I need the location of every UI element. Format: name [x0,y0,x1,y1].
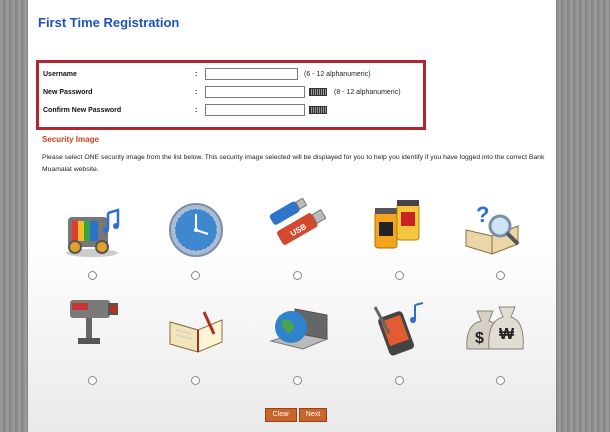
username-colon: : [195,71,198,78]
next-button[interactable]: Next [299,408,327,422]
new-password-input[interactable] [205,86,305,98]
username-label: Username [43,71,77,78]
new-password-hint: (8 - 12 alphanumeric) [334,89,401,96]
globe-laptop-icon[interactable] [264,294,334,364]
money-bags-icon[interactable]: $ ₩ [459,294,529,364]
svg-text:$: $ [475,330,484,347]
usb-drive-icon[interactable]: USB [264,192,334,262]
username-input[interactable] [205,68,298,80]
svg-text:?: ? [476,202,489,227]
registration-page: First Time Registration Username : (6 - … [28,0,556,432]
new-password-colon: : [195,89,198,96]
security-image-radio-2[interactable] [191,271,200,280]
book-magnifier-icon[interactable]: ? [459,192,529,262]
security-image-description: Please select ONE security image from th… [42,154,545,173]
security-image-title: Security Image [42,135,99,144]
security-image-radio-10[interactable] [496,376,505,385]
virtual-keyboard-icon[interactable] [309,106,327,114]
new-password-label: New Password [43,89,93,96]
virtual-keyboard-icon[interactable] [309,88,327,96]
svg-text:₩: ₩ [499,326,515,343]
registration-form: Username : (6 - 12 alphanumeric) New Pas… [36,60,426,130]
confirm-password-input[interactable] [205,104,305,116]
film-canisters-icon[interactable] [363,192,433,262]
security-image-radio-7[interactable] [191,376,200,385]
cctv-camera-icon[interactable] [58,290,128,360]
security-image-radio-9[interactable] [395,376,404,385]
clock-icon[interactable] [161,195,231,265]
security-image-radio-1[interactable] [88,271,97,280]
tv-music-icon[interactable] [58,195,128,265]
notebook-pen-icon[interactable] [161,294,231,364]
confirm-password-colon: : [195,107,198,114]
security-image-radio-8[interactable] [293,376,302,385]
page-title: First Time Registration [38,15,180,30]
security-image-radio-4[interactable] [395,271,404,280]
mobile-phone-music-icon[interactable] [363,294,433,364]
username-hint: (6 - 12 alphanumeric) [304,71,371,78]
security-image-radio-5[interactable] [496,271,505,280]
security-image-radio-6[interactable] [88,376,97,385]
security-image-radio-3[interactable] [293,271,302,280]
confirm-password-label: Confirm New Password [43,107,122,114]
clear-button[interactable]: Clear [265,408,297,422]
